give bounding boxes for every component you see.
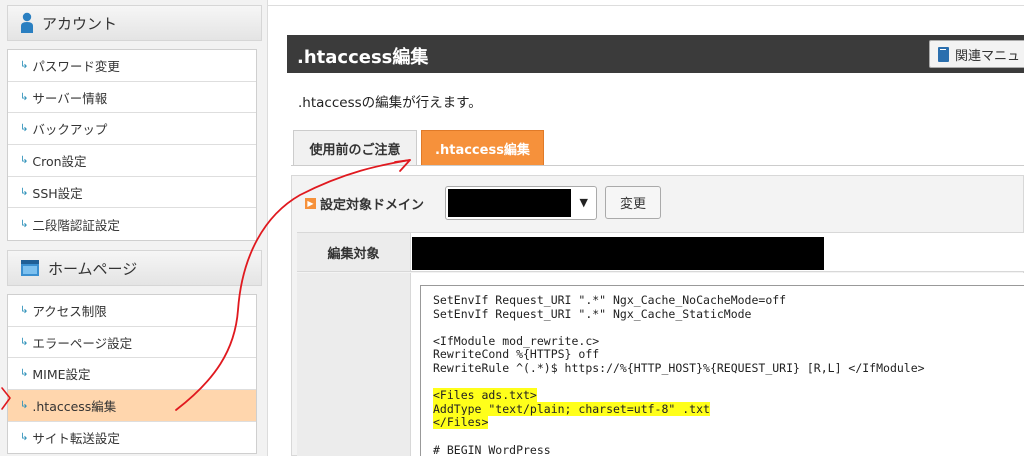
code-line: <Files ads.txt> — [433, 388, 537, 403]
chevron-right-icon: ↳ — [20, 154, 29, 166]
code-line: RewriteCond %{HTTPS} off — [433, 347, 600, 362]
sidebar-item-label: SSH設定 — [32, 185, 83, 201]
code-line: <IfModule mod_rewrite.c> — [433, 333, 600, 348]
change-button[interactable]: 変更 — [605, 186, 661, 219]
chevron-right-icon: ↳ — [20, 218, 29, 230]
sidebar-item-server-info[interactable]: ↳ サーバー情報 — [8, 82, 256, 114]
sidebar-item-htaccess[interactable]: ↳ .htaccess編集 — [8, 390, 256, 422]
page-title-bar: .htaccess編集 関連マニュ — [287, 35, 1024, 73]
domain-select[interactable]: ▼ — [445, 186, 597, 220]
sidebar-item-label: 二段階認証設定 — [32, 217, 120, 233]
sidebar-item-error-page[interactable]: ↳ エラーページ設定 — [8, 327, 256, 359]
redacted-domain — [448, 189, 571, 217]
manual-button[interactable]: 関連マニュ — [929, 40, 1024, 68]
chevron-right-icon: ↳ — [20, 59, 29, 71]
tab-notice[interactable]: 使用前のご注意 — [293, 130, 417, 166]
chevron-right-icon: ↳ — [20, 368, 29, 380]
domain-row: ▶ 設定対象ドメイン — [305, 185, 424, 221]
sidebar-item-access-limit[interactable]: ↳ アクセス制限 — [8, 295, 256, 327]
sidebar-item-label: パスワード変更 — [32, 58, 120, 74]
sidebar-item-label: Cron設定 — [32, 153, 87, 169]
top-divider — [268, 0, 1024, 6]
editor-label-cell — [297, 273, 411, 456]
chevron-right-icon: ↳ — [20, 336, 29, 348]
chevron-right-icon: ↳ — [20, 123, 29, 135]
chevron-right-icon: ↳ — [20, 399, 29, 411]
sidebar-item-cron[interactable]: ↳ Cron設定 — [8, 145, 256, 177]
code-line: SetEnvIf Request_URI ".*" Ngx_Cache_Stat… — [433, 306, 752, 321]
domain-label: ▶ 設定対象ドメイン — [305, 194, 424, 213]
homepage-menu: ↳ アクセス制限 ↳ エラーページ設定 ↳ MIME設定 ↳ .htaccess編集 ↳… — [7, 294, 257, 455]
account-section-title: アカウント — [42, 14, 118, 33]
sidebar-item-site-redirect[interactable]: ↳ サイト転送設定 — [8, 422, 256, 454]
dropdown-arrow-icon: ▼ — [579, 196, 588, 209]
homepage-section-header: ホームページ — [7, 250, 262, 286]
code-line: SetEnvIf Request_URI ".*" Ngx_Cache_NoCa… — [433, 293, 787, 307]
sidebar-item-label: エラーページ設定 — [32, 335, 133, 351]
sidebar-item-label: バックアップ — [32, 122, 108, 138]
code-line: AddType "text/plain; charset=utf-8" .txt — [433, 401, 710, 416]
sidebar-item-label: .htaccess編集 — [32, 398, 117, 414]
tab-htaccess[interactable]: .htaccess編集 — [421, 130, 544, 166]
chevron-right-icon: ↳ — [20, 304, 29, 316]
sidebar-item-password[interactable]: ↳ パスワード変更 — [8, 50, 256, 82]
chevron-right-icon: ↳ — [20, 432, 29, 444]
htaccess-textarea[interactable]: SetEnvIf Request_URI ".*" Ngx_Cache_NoCa… — [420, 285, 1024, 456]
manual-button-label: 関連マニュ — [955, 48, 1021, 64]
tabs-divider — [291, 165, 1024, 166]
page-description: .htaccessの編集が行えます。 — [298, 95, 482, 111]
account-section-header: アカウント — [7, 5, 262, 41]
code-block-highlighted: <Files ads.txt> AddType "text/plain; char… — [433, 388, 1012, 430]
code-line: RewriteRule ^(.*)$ https://%{HTTP_HOST}%… — [433, 360, 925, 375]
sidebar-item-label: サーバー情報 — [32, 90, 108, 106]
sidebar-item-mime[interactable]: ↳ MIME設定 — [8, 358, 256, 391]
play-icon: ▶ — [305, 197, 316, 209]
code-line: </Files> — [433, 415, 489, 430]
sidebar-item-label: MIME設定 — [32, 367, 91, 383]
account-menu: ↳ パスワード変更 ↳ サーバー情報 ↳ バックアップ ↳ Cron設定 ↳ SSH設定 … — [7, 49, 257, 242]
user-icon — [21, 12, 33, 33]
page-title: .htaccess編集 — [297, 47, 429, 68]
target-label: 編集対象 — [297, 233, 411, 271]
code-block-after: # BEGIN WordPress — [433, 430, 1012, 456]
chevron-right-icon: ↳ — [20, 91, 29, 103]
target-row: 編集対象 — [297, 232, 1024, 272]
code-line: # BEGIN WordPress — [433, 442, 551, 456]
domain-label-text: 設定対象ドメイン — [320, 197, 425, 213]
code-block-before: SetEnvIf Request_URI ".*" Ngx_Cache_NoCa… — [433, 293, 1012, 390]
window-icon — [21, 260, 39, 276]
sidebar-item-two-factor[interactable]: ↳ 二段階認証設定 — [8, 208, 256, 240]
sidebar-item-backup[interactable]: ↳ バックアップ — [8, 113, 256, 146]
sidebar-item-label: アクセス制限 — [32, 303, 107, 319]
sidebar-item-label: サイト転送設定 — [32, 431, 120, 447]
redacted-target — [412, 237, 824, 270]
chevron-right-icon: ↳ — [20, 186, 29, 198]
sidebar: アカウント ↳ パスワード変更 ↳ サーバー情報 ↳ バックアップ ↳ Cron設定 ↳… — [0, 0, 268, 456]
book-icon — [938, 46, 949, 62]
homepage-section-title: ホームページ — [48, 259, 138, 278]
sidebar-item-ssh[interactable]: ↳ SSH設定 — [8, 177, 256, 209]
